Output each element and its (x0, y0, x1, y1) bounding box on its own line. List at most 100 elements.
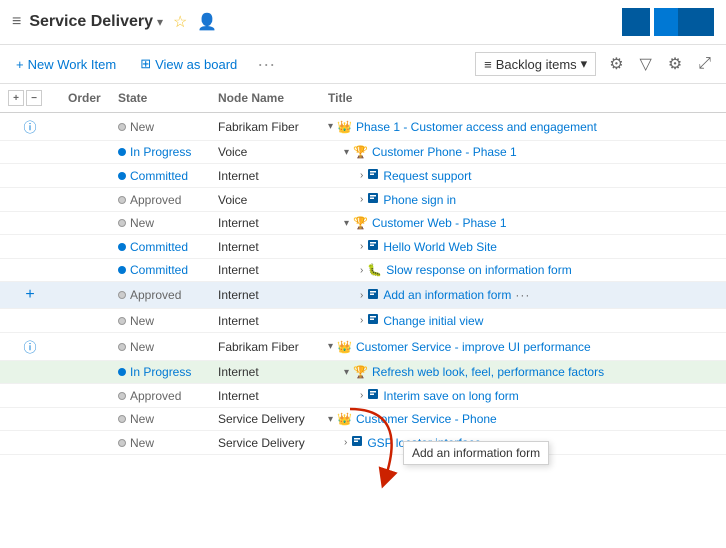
row-state-cell: New (110, 333, 210, 361)
row-title-cell: ▾👑Phase 1 - Customer access and engageme… (320, 113, 726, 141)
table-row: NewInternet›Change initial view (0, 309, 726, 333)
row-title-cell: ▾🏆Refresh web look, feel, performance fa… (320, 361, 726, 384)
collapse-icon[interactable]: ▾ (344, 147, 349, 158)
table-row: Committed Internet › 🐛 Slow response on info… (0, 259, 726, 282)
row-expand-cell (0, 361, 60, 384)
row-expand-cell (0, 212, 60, 235)
table-row: ApprovedInternet›Interim save on long fo… (0, 384, 726, 408)
expand-icon[interactable]: › (360, 265, 363, 276)
plus-icon: + (16, 57, 24, 72)
row-expand-cell (0, 164, 60, 188)
row-node-cell: Internet (210, 361, 320, 384)
table-row: CommittedInternet›Request support (0, 164, 726, 188)
new-work-item-button[interactable]: + New Work Item (12, 55, 120, 74)
column-options-icon[interactable]: ⚙ (665, 51, 685, 77)
expand-icon[interactable]: › (360, 170, 363, 181)
row-order-cell (60, 408, 110, 431)
state-dot-icon (118, 392, 126, 400)
state-label: In Progress (130, 365, 191, 379)
row-node-cell: Internet (210, 212, 320, 235)
row-state-cell: New (110, 408, 210, 431)
row-expand-cell: ⓘ (0, 113, 60, 141)
expand-icon[interactable]: › (360, 290, 363, 301)
row-order-cell (60, 282, 110, 309)
state-label: New (130, 120, 154, 134)
row-expand-cell (0, 235, 60, 259)
row-expand-cell (0, 431, 60, 455)
state-label: New (130, 216, 154, 230)
row-state-cell: New (110, 212, 210, 235)
row-node-cell: Internet (210, 282, 320, 309)
crown-icon: 👑 (337, 412, 352, 426)
expand-icon[interactable]: › (360, 194, 363, 205)
row-title-text: Customer Phone - Phase 1 (372, 145, 517, 159)
expand-icon[interactable]: › (360, 390, 363, 401)
row-title-text: Hello World Web Site (383, 240, 497, 254)
row-order-cell (60, 384, 110, 408)
favorite-icon[interactable]: ☆ (173, 12, 187, 32)
backlog-icon: ≡ (484, 57, 492, 72)
collapse-all-icon[interactable]: − (26, 90, 42, 106)
settings-panel-icon[interactable]: ⚙ (606, 51, 626, 77)
toolbar: + New Work Item ⊞ View as board ··· ≡ Ba… (0, 45, 726, 84)
row-state-cell: New (110, 113, 210, 141)
collapse-icon[interactable]: ▾ (344, 218, 349, 229)
backlog-items-button[interactable]: ≡ Backlog items ▾ (475, 52, 596, 76)
col-order-header: Order (60, 84, 110, 113)
row-expand-cell (0, 309, 60, 333)
row-state-cell: Approved (110, 384, 210, 408)
row-expand-cell: ⓘ (0, 333, 60, 361)
feature-icon (367, 388, 379, 403)
state-dot-icon (118, 243, 126, 251)
state-dot-icon (118, 291, 126, 299)
row-expand-cell (0, 408, 60, 431)
title-chevron-icon[interactable]: ▾ (157, 15, 163, 29)
add-row-icon[interactable]: + (25, 286, 34, 303)
collapse-icon[interactable]: ▾ (328, 341, 333, 352)
state-label: Committed (130, 263, 188, 277)
row-expand-cell: + (0, 282, 60, 309)
collapse-icon[interactable]: ▾ (328, 121, 333, 132)
view-as-board-button[interactable]: ⊞ View as board (136, 54, 241, 74)
expand-all-icon[interactable]: + (8, 90, 24, 106)
row-title-text: Slow response on information form (386, 263, 571, 277)
col-node-header: Node Name (210, 84, 320, 113)
filter-icon[interactable]: ▽ (637, 51, 655, 77)
state-dot-icon (118, 317, 126, 325)
expand-icon[interactable]: › (360, 241, 363, 252)
trophy-icon: 🏆 (353, 365, 368, 379)
collapse-icon[interactable]: ▾ (328, 414, 333, 425)
full-screen-icon[interactable]: ⤢ (695, 52, 714, 76)
team-icon[interactable]: 👤 (197, 12, 217, 32)
collapse-icon[interactable]: ▾ (344, 367, 349, 378)
row-state-cell: Approved (110, 188, 210, 212)
row-order-cell (60, 431, 110, 455)
backlog-table: + − Order State Node Name Title ⓘNewFabr… (0, 84, 726, 536)
row-state-cell: Approved (110, 282, 210, 309)
row-node-cell: Service Delivery (210, 408, 320, 431)
info-icon[interactable]: ⓘ (23, 120, 36, 135)
row-title-cell: › 🐛 Slow response on information form (320, 259, 726, 282)
feature-icon (367, 288, 379, 303)
info-icon[interactable]: ⓘ (23, 340, 36, 355)
toolbar-separator: ··· (257, 54, 275, 75)
row-title-cell: ›Add an information form··· (320, 282, 726, 309)
expand-icon[interactable]: › (344, 437, 347, 448)
bug-icon: 🐛 (367, 263, 382, 277)
row-state-cell: New (110, 309, 210, 333)
row-node-cell: Internet (210, 259, 320, 282)
row-more-icon[interactable]: ··· (515, 288, 530, 302)
row-order-cell (60, 164, 110, 188)
avatar-blue (622, 8, 650, 36)
tooltip: Add an information form (403, 441, 549, 465)
project-title: Service Delivery (29, 13, 153, 31)
state-label: Approved (130, 288, 181, 302)
row-state-cell: New (110, 431, 210, 455)
feature-icon (367, 313, 379, 328)
row-title-text: Customer Service - Phone (356, 412, 497, 426)
row-title-text: Phone sign in (383, 193, 456, 207)
state-dot-icon (118, 415, 126, 423)
row-order-cell (60, 333, 110, 361)
expand-icon[interactable]: › (360, 315, 363, 326)
row-state-cell: Committed (110, 235, 210, 259)
